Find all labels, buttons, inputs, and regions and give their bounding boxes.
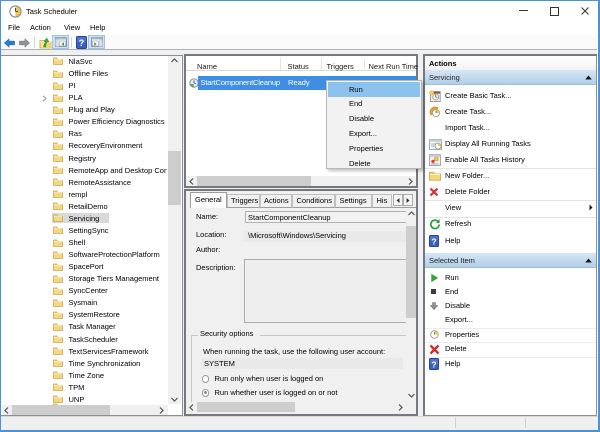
svg-text:?: ? <box>431 359 436 369</box>
svg-text:?: ? <box>79 38 85 48</box>
svg-text:?: ? <box>431 236 436 246</box>
